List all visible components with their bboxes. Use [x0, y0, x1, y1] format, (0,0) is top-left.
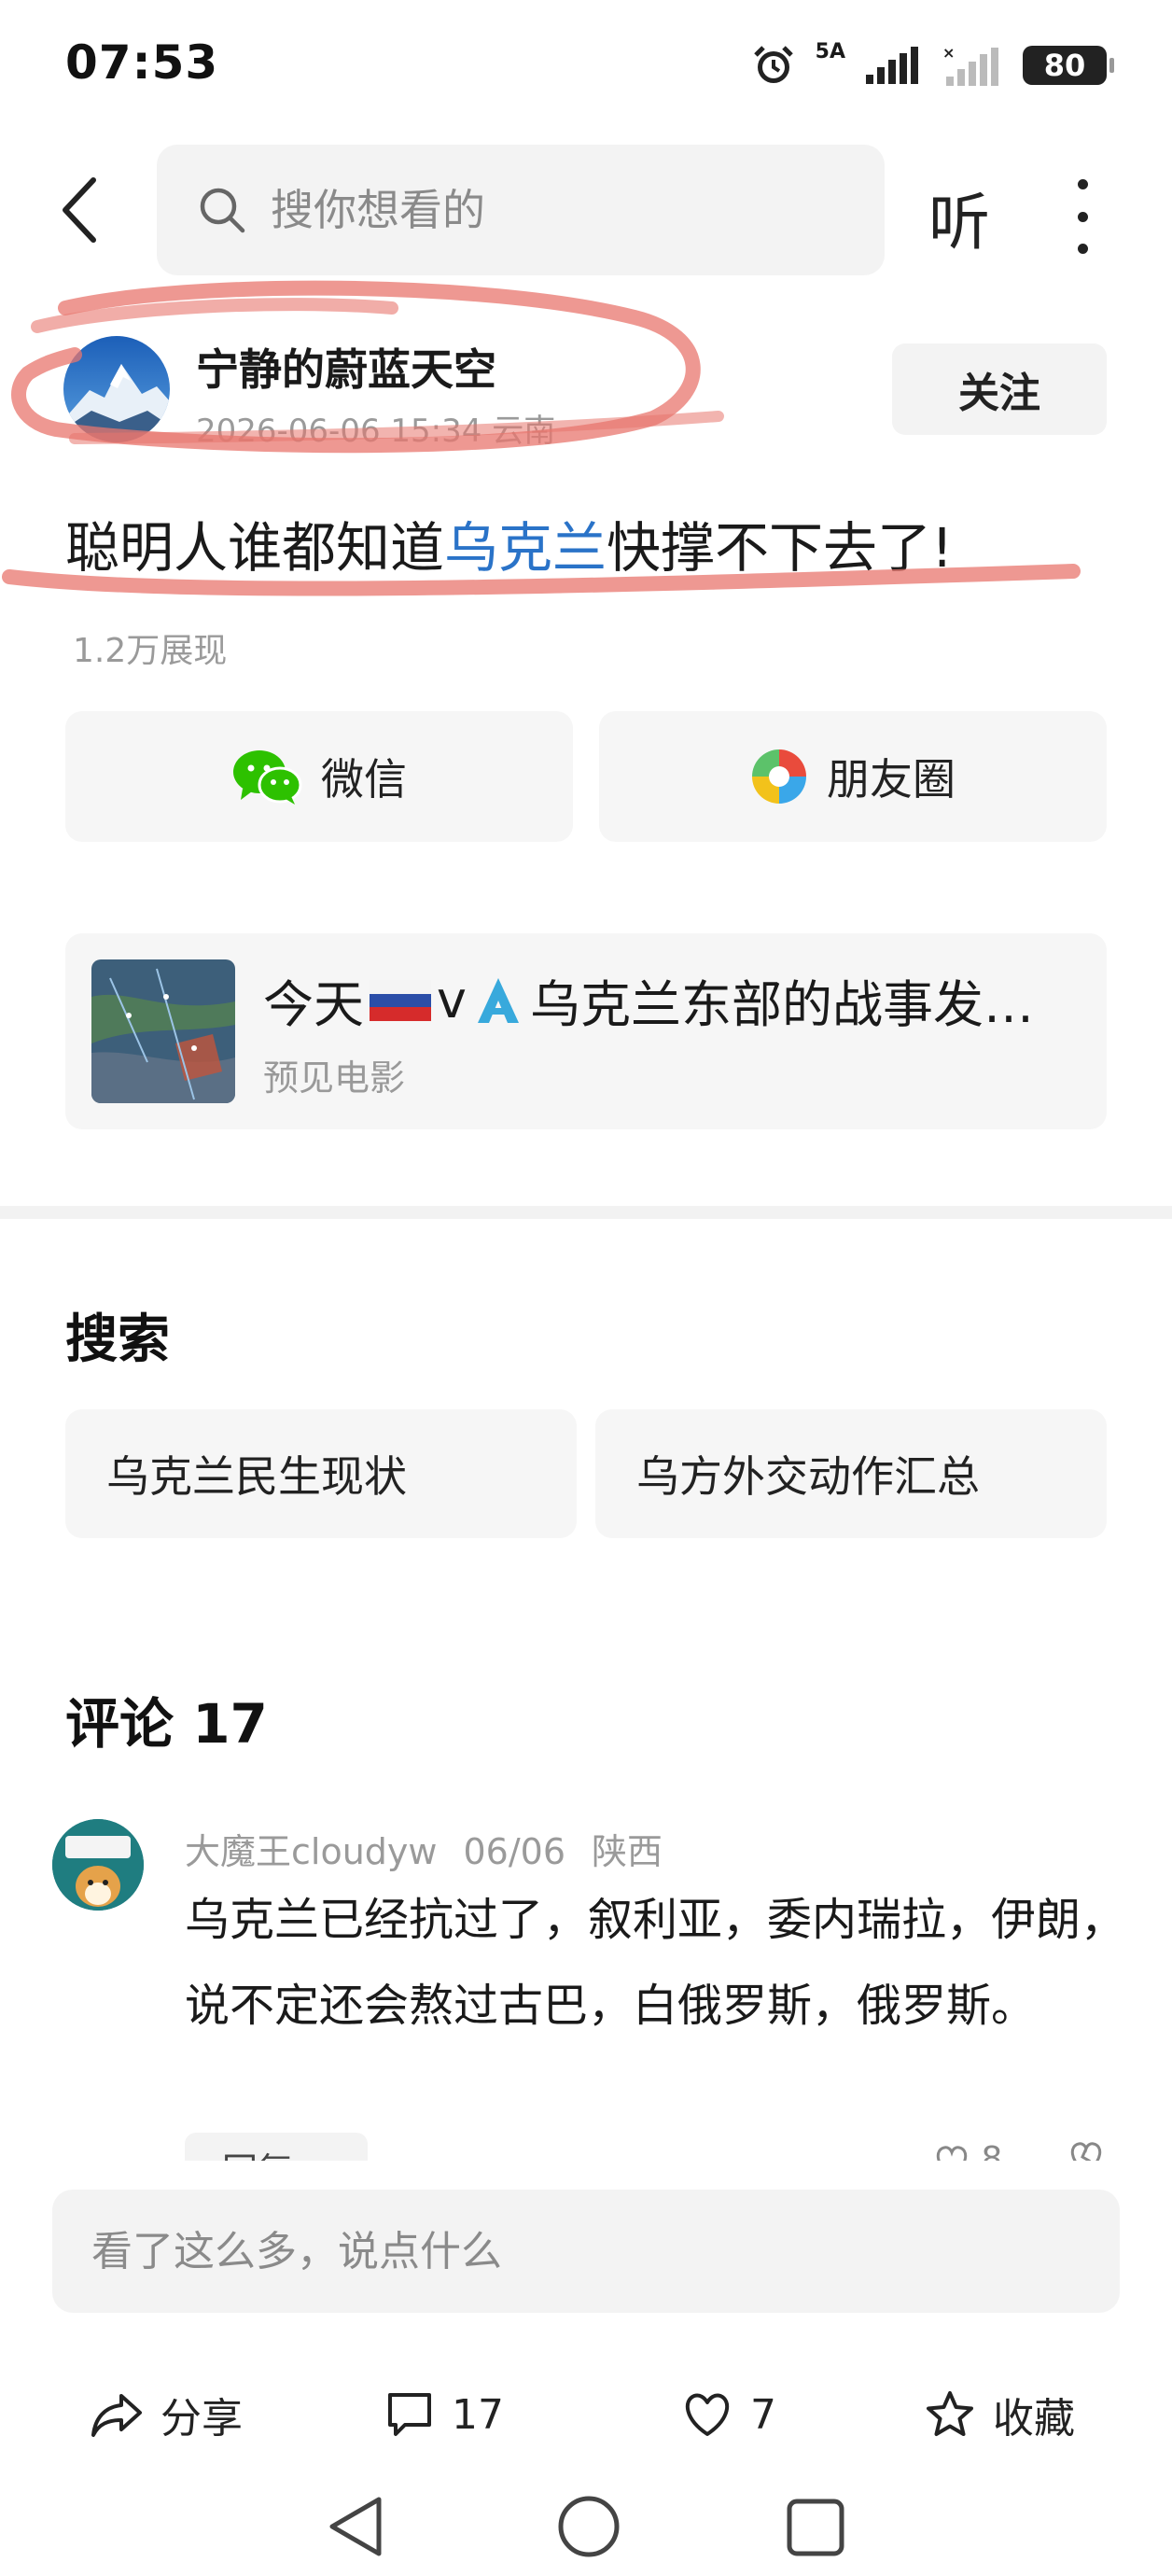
status-time: 07:53 — [65, 35, 219, 90]
more-options-button[interactable] — [1064, 179, 1101, 254]
share-action-label: 分享 — [160, 2395, 243, 2443]
comments-title: 评论 17 — [65, 1692, 268, 1756]
status-bar: 07:53 5A × 80 — [0, 0, 1172, 131]
comment-count: 17 — [452, 2390, 504, 2439]
wechat-icon — [233, 750, 302, 805]
search-input[interactable] — [271, 185, 793, 235]
related-video-card[interactable]: 今天 v 乌克兰东部的战事发… 预见电影 — [65, 933, 1107, 1129]
svg-text:×: × — [942, 45, 955, 62]
nav-recents-button[interactable] — [786, 2498, 845, 2561]
commenter-name[interactable]: 大魔王cloudyw — [185, 1831, 437, 1872]
shiba-avatar-image — [52, 1819, 144, 1911]
comment-location: 陕西 — [592, 1831, 663, 1872]
share-row: 微信 朋友圈 — [65, 711, 1107, 842]
search-section-title: 搜索 — [65, 1309, 170, 1370]
mountain-avatar-image — [63, 336, 170, 442]
comment-text: 乌克兰已经抗过了，叙利亚，委内瑞拉，伊朗，说不定还会熬过古巴，白俄罗斯，俄罗斯。 — [185, 1894, 1126, 2032]
post-title-text: 聪明人谁都知道 — [65, 516, 445, 580]
star-icon — [927, 2391, 973, 2436]
comment-action-button[interactable]: 17 — [384, 2382, 504, 2447]
comment-meta: 大魔王cloudyw 06/06 陕西 — [185, 1823, 689, 1874]
comment-input[interactable] — [91, 2227, 1025, 2275]
author-row: 宁静的蔚蓝天空 2026-06-06 15:34 云南 关注 — [0, 327, 1172, 457]
related-video-title: 今天 v 乌克兰东部的战事发… — [263, 963, 1084, 1037]
share-moments-button[interactable]: 朋友圈 — [599, 711, 1107, 842]
topic-link[interactable]: 乌克兰 — [444, 516, 607, 580]
comment-input-box[interactable] — [52, 2190, 1120, 2313]
top-bar: 听 — [0, 140, 1172, 280]
circle-home-icon — [558, 2496, 620, 2557]
more-dot-icon — [1077, 179, 1088, 189]
network-label: 5A — [815, 40, 845, 63]
like-count: 7 — [750, 2390, 776, 2439]
post-timestamp-location: 2026-06-06 15:34 云南 — [196, 413, 556, 450]
russia-flag-icon — [370, 979, 431, 1021]
share-action-button[interactable]: 分享 — [90, 2382, 243, 2447]
nav-back-button[interactable] — [325, 2494, 386, 2563]
follow-button[interactable]: 关注 — [892, 343, 1107, 435]
reply-button[interactable]: 回复 › — [185, 2133, 368, 2161]
search-suggestion-chip[interactable]: 乌方外交动作汇总 — [595, 1409, 1107, 1538]
post-views: 1.2万展现 — [73, 632, 228, 670]
share-arrow-icon — [91, 2394, 142, 2437]
share-wechat-button[interactable]: 微信 — [65, 711, 573, 842]
signal-icon — [866, 47, 922, 84]
triangle-back-icon — [329, 2497, 382, 2556]
share-moments-label: 朋友圈 — [827, 754, 956, 805]
search-icon — [200, 188, 245, 233]
favorite-label: 收藏 — [993, 2395, 1075, 2443]
listen-button[interactable]: 听 — [928, 173, 990, 262]
comment-bubble-icon — [388, 2393, 431, 2436]
system-navigation-bar — [0, 2473, 1172, 2576]
section-divider — [0, 1206, 1172, 1219]
search-suggestion-chip[interactable]: 乌克兰民生现状 — [65, 1409, 577, 1538]
like-action-button[interactable]: 7 — [681, 2382, 776, 2447]
favorite-action-button[interactable]: 收藏 — [924, 2382, 1075, 2447]
signal-weak-icon: × — [942, 45, 1002, 86]
more-dot-icon — [1077, 244, 1088, 254]
letter-a-icon — [477, 977, 519, 1023]
related-video-thumbnail — [91, 959, 235, 1103]
nav-home-button[interactable] — [556, 2494, 621, 2563]
comment-date: 06/06 — [463, 1831, 565, 1872]
related-title-rest: 乌克兰东部的战事发… — [529, 975, 1034, 1034]
square-recents-icon — [787, 2499, 844, 2556]
commenter-avatar[interactable] — [52, 1819, 144, 1911]
status-icons: 5A × 80 — [752, 37, 1114, 93]
back-button[interactable] — [47, 173, 112, 247]
related-title-prefix: 今天 — [263, 975, 364, 1034]
related-title-mid: v — [437, 971, 467, 1029]
comment-item: 大魔王cloudyw 06/06 陕西 乌克兰已经抗过了，叙利亚，委内瑞拉，伊朗，说… — [0, 1815, 1172, 2161]
battery-icon: 80 — [1023, 46, 1114, 85]
author-avatar[interactable] — [63, 336, 170, 442]
share-wechat-label: 微信 — [321, 754, 407, 805]
comment-like-count: 8 — [981, 2140, 1003, 2161]
heart-broken-icon — [1070, 2142, 1102, 2161]
post-title: 聪明人谁都知道乌克兰快撑不下去了! — [65, 504, 953, 582]
alarm-icon — [752, 44, 795, 87]
moments-icon — [752, 749, 806, 804]
post-title-text-end: 快撑不下去了! — [607, 516, 954, 580]
map-thumbnail-image — [91, 959, 235, 1103]
heart-icon — [936, 2146, 968, 2161]
more-dot-icon — [1077, 211, 1088, 222]
comment-like-button[interactable]: 8 — [933, 2140, 1002, 2161]
comment-dislike-button[interactable] — [1067, 2140, 1105, 2161]
chevron-left-icon — [63, 177, 96, 243]
author-name[interactable]: 宁静的蔚蓝天空 — [196, 336, 496, 398]
heart-icon — [685, 2393, 730, 2436]
search-box[interactable] — [157, 145, 885, 275]
related-video-source: 预见电影 — [263, 1057, 406, 1099]
bottom-action-bar: 分享 17 7 收藏 — [0, 2371, 1172, 2455]
